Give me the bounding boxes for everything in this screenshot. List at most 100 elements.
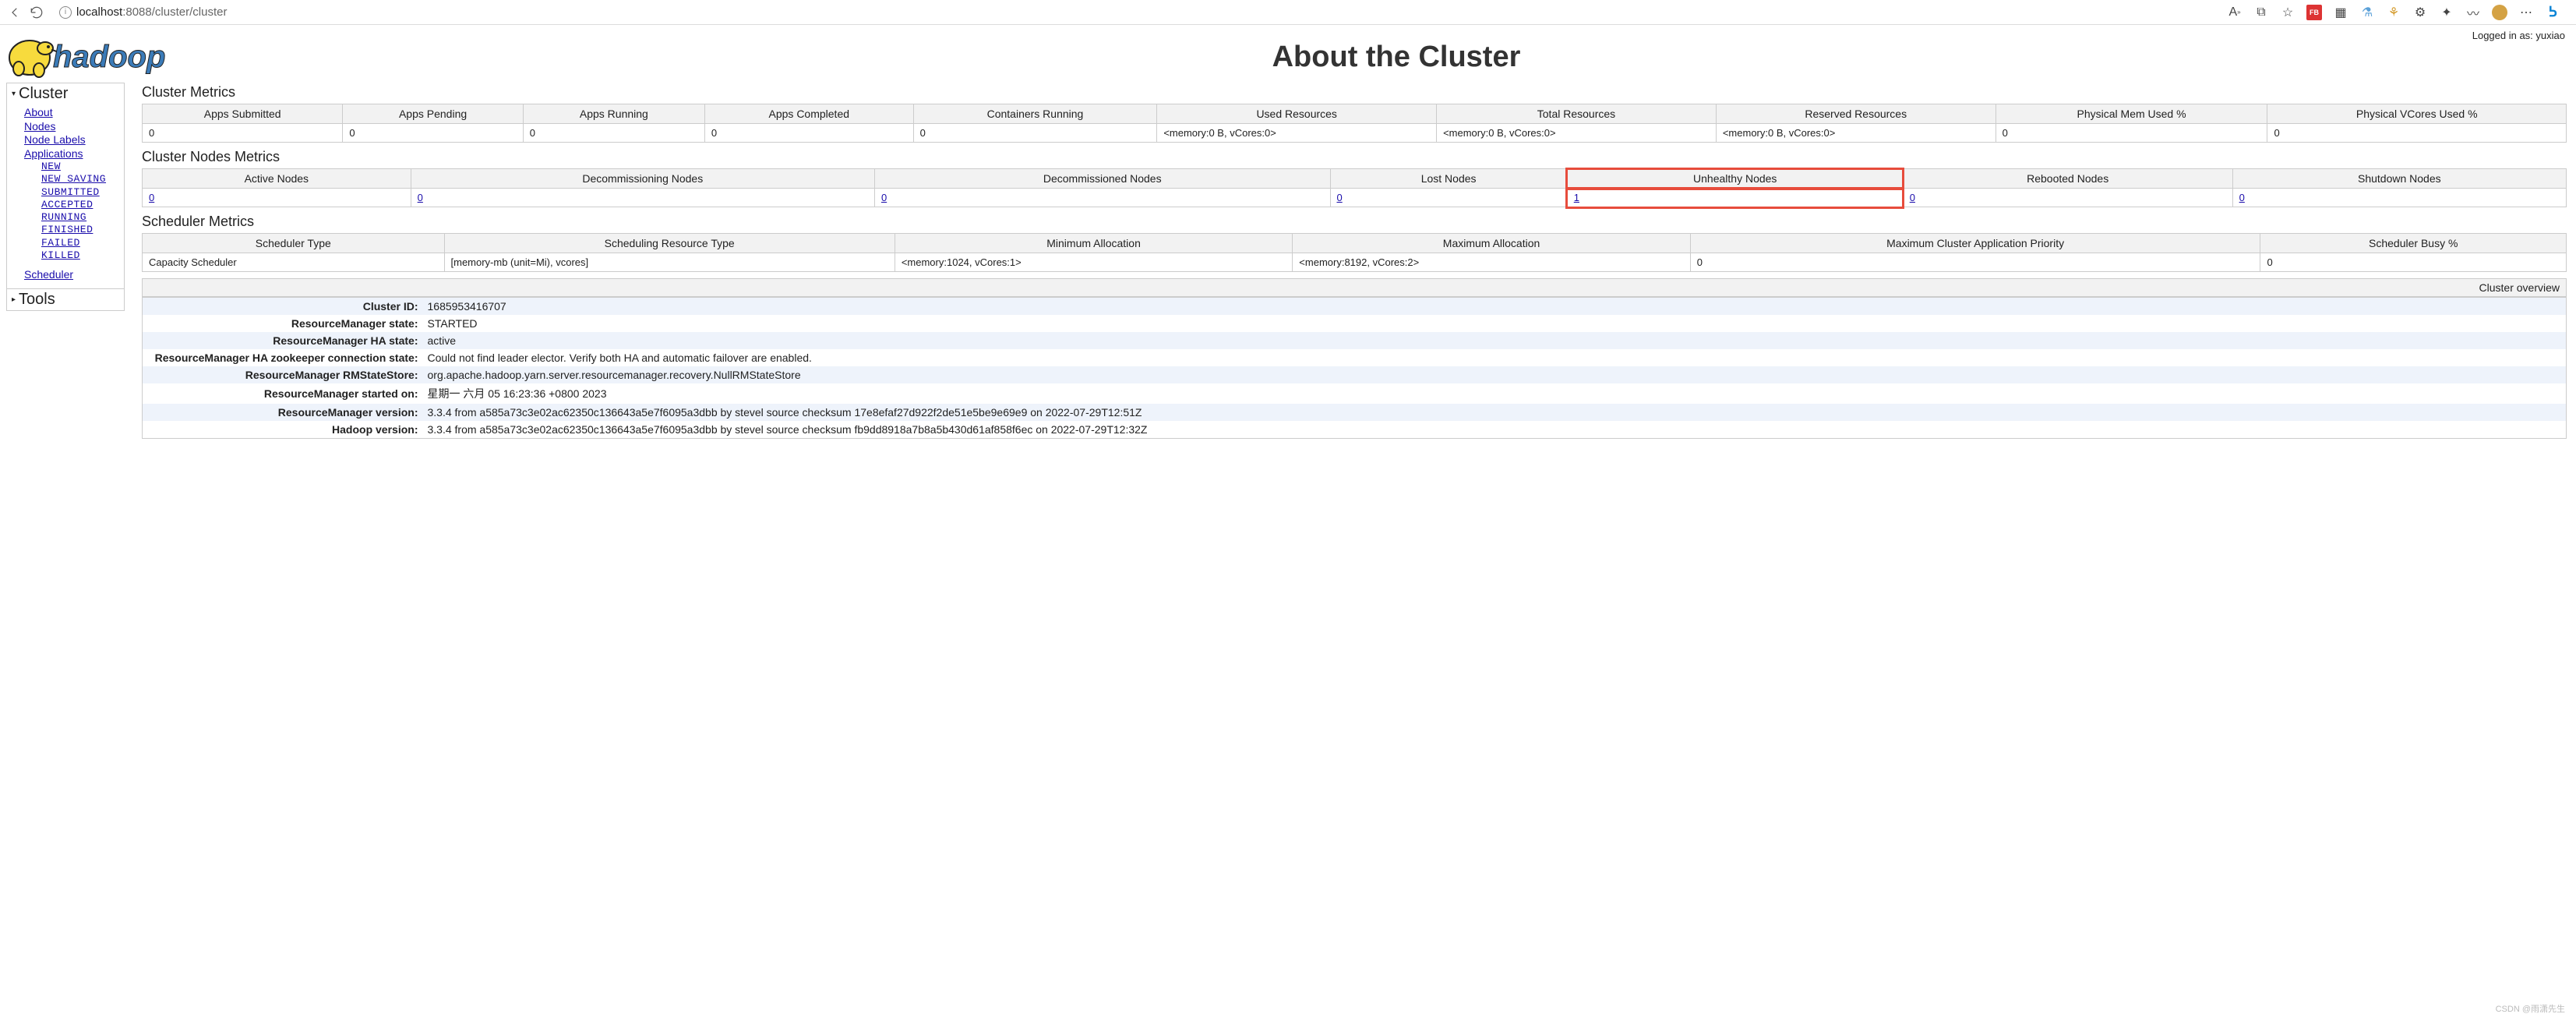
tree-ext-icon[interactable]: ⚘: [2386, 5, 2401, 20]
bing-icon[interactable]: ᕊ: [2545, 5, 2560, 20]
node-metrics-table: Active NodesDecommissioning NodesDecommi…: [142, 168, 2567, 207]
url-port: :8088: [122, 5, 152, 19]
sidebar-state-failed[interactable]: FAILED: [41, 237, 119, 249]
page-header: hadoop About the Cluster Logged in as: y…: [0, 25, 2576, 83]
scheduler-metrics-cell: <memory:8192, vCores:2>: [1293, 253, 1690, 272]
node-metrics-cell: 0: [1330, 189, 1567, 207]
node-metrics-link[interactable]: 0: [149, 192, 154, 203]
sidebar-link-node-labels[interactable]: Node Labels: [24, 133, 119, 147]
ruler-ext-icon[interactable]: 〰: [2465, 5, 2481, 20]
overview-key: ResourceManager RMStateStore:: [143, 366, 423, 383]
more-icon[interactable]: ⋯: [2518, 5, 2534, 20]
cluster-metrics-header: Apps Pending: [343, 104, 523, 124]
overview-value: STARTED: [423, 315, 2567, 332]
sidebar-link-about[interactable]: About: [24, 106, 119, 120]
beaker-ext-icon[interactable]: ⚗: [2359, 5, 2375, 20]
node-metrics-header: Decommissioning Nodes: [411, 169, 874, 189]
refresh-icon[interactable]: [30, 5, 44, 19]
chevron-down-icon: ▾: [12, 90, 16, 98]
sidebar-state-finished[interactable]: FINISHED: [41, 224, 119, 236]
scheduler-metrics-cell: 0: [1690, 253, 2260, 272]
ext-menu-icon[interactable]: ⚙: [2412, 5, 2428, 20]
sidebar-cluster-label: Cluster: [19, 85, 68, 103]
sidebar-link-scheduler[interactable]: Scheduler: [24, 268, 119, 282]
read-aloud-icon[interactable]: A»: [2227, 5, 2243, 20]
chevron-right-icon: ▸: [12, 295, 16, 304]
cluster-metrics-title: Cluster Metrics: [142, 84, 2567, 101]
cluster-metrics-cell: 0: [523, 124, 704, 143]
cluster-metrics-header: Apps Submitted: [143, 104, 343, 124]
node-metrics-link[interactable]: 1: [1574, 192, 1579, 203]
address-bar[interactable]: i localhost:8088/cluster/cluster: [51, 5, 2219, 19]
sidebar-link-nodes[interactable]: Nodes: [24, 120, 119, 134]
sidebar-state-killed[interactable]: KILLED: [41, 249, 119, 262]
svg-text:hadoop: hadoop: [53, 40, 165, 74]
login-info: Logged in as: yuxiao: [2472, 30, 2565, 41]
sidebar-state-running[interactable]: RUNNING: [41, 211, 119, 224]
sidebar-app-states: NEW NEW_SAVING SUBMITTED ACCEPTED RUNNIN…: [24, 161, 119, 262]
overview-key: Hadoop version:: [143, 421, 423, 439]
cluster-metrics-cell: 0: [913, 124, 1157, 143]
url-hostname: localhost: [76, 5, 122, 19]
cluster-metrics-cell: 0: [1996, 124, 2267, 143]
scheduler-metrics-cell: <memory:1024, vCores:1>: [895, 253, 1292, 272]
node-metrics-link[interactable]: 0: [881, 192, 887, 203]
sidebar-cluster-header[interactable]: ▾Cluster: [7, 83, 124, 104]
node-metrics-header: Unhealthy Nodes: [1567, 169, 1903, 189]
node-metrics-link[interactable]: 0: [418, 192, 423, 203]
overview-key: ResourceManager HA state:: [143, 332, 423, 349]
sidebar-state-new[interactable]: NEW: [41, 161, 119, 173]
info-icon[interactable]: i: [59, 6, 72, 19]
cluster-metrics-header: Apps Running: [523, 104, 704, 124]
overview-row: ResourceManager started on:星期一 六月 05 16:…: [143, 383, 2567, 404]
browser-extensions: A» ⧉ ☆ FB ▦ ⚗ ⚘ ⚙ ✦ 〰 ⋯ ᕊ: [2227, 5, 2568, 20]
cluster-metrics-header: Total Resources: [1437, 104, 1717, 124]
sidebar: ▾Cluster About Nodes Node Labels Applica…: [3, 83, 128, 445]
sidebar-state-accepted[interactable]: ACCEPTED: [41, 199, 119, 211]
sidebar-tools-header[interactable]: ▸Tools: [7, 289, 124, 310]
sidebar-state-new-saving[interactable]: NEW_SAVING: [41, 173, 119, 185]
node-metrics-link[interactable]: 0: [1910, 192, 1915, 203]
cookie-ext-icon[interactable]: [2492, 5, 2507, 20]
hadoop-logo[interactable]: hadoop: [6, 30, 210, 83]
scheduler-metrics-cell: [memory-mb (unit=Mi), vcores]: [444, 253, 895, 272]
scheduler-metrics-cell: Capacity Scheduler: [143, 253, 445, 272]
cluster-metrics-cell: 0: [704, 124, 913, 143]
node-metrics-link[interactable]: 0: [1337, 192, 1343, 203]
back-icon[interactable]: [8, 5, 22, 19]
cluster-metrics-cell: <memory:0 B, vCores:0>: [1437, 124, 1717, 143]
overview-value: 3.3.4 from a585a73c3e02ac62350c136643a5e…: [423, 421, 2567, 439]
cluster-metrics-cell: 0: [143, 124, 343, 143]
scheduler-metrics-table: Scheduler TypeScheduling Resource TypeMi…: [142, 233, 2567, 272]
qr-ext-icon[interactable]: ▦: [2333, 5, 2348, 20]
cluster-metrics-header: Apps Completed: [704, 104, 913, 124]
node-metrics-cell: 0: [874, 189, 1330, 207]
library-icon[interactable]: ⧉: [2253, 5, 2269, 20]
overview-value: 1685953416707: [423, 298, 2567, 316]
node-metrics-link[interactable]: 0: [2239, 192, 2245, 203]
collections-icon[interactable]: ✦: [2439, 5, 2454, 20]
cluster-metrics-header: Containers Running: [913, 104, 1157, 124]
overview-key: Cluster ID:: [143, 298, 423, 316]
sidebar-link-applications[interactable]: Applications: [24, 147, 119, 161]
overview-key: ResourceManager HA zookeeper connection …: [143, 349, 423, 366]
fb-ext-icon[interactable]: FB: [2306, 5, 2322, 20]
cluster-metrics-table: Apps SubmittedApps PendingApps RunningAp…: [142, 104, 2567, 143]
overview-value: Could not find leader elector. Verify bo…: [423, 349, 2567, 366]
overview-table: Cluster ID:1685953416707ResourceManager …: [142, 297, 2567, 439]
node-metrics-title: Cluster Nodes Metrics: [142, 149, 2567, 165]
scheduler-metrics-header: Maximum Allocation: [1293, 234, 1690, 253]
scheduler-metrics-cell: 0: [2260, 253, 2567, 272]
node-metrics-cell: 0: [1903, 189, 2232, 207]
sidebar-state-submitted[interactable]: SUBMITTED: [41, 186, 119, 199]
cluster-metrics-cell: <memory:0 B, vCores:0>: [1157, 124, 1437, 143]
overview-value: 3.3.4 from a585a73c3e02ac62350c136643a5e…: [423, 404, 2567, 421]
browser-toolbar: i localhost:8088/cluster/cluster A» ⧉ ☆ …: [0, 0, 2576, 25]
scheduler-metrics-header: Scheduler Type: [143, 234, 445, 253]
favorite-icon[interactable]: ☆: [2280, 5, 2295, 20]
url-path: /cluster/cluster: [152, 5, 228, 19]
overview-key: ResourceManager version:: [143, 404, 423, 421]
scheduler-metrics-header: Maximum Cluster Application Priority: [1690, 234, 2260, 253]
cluster-metrics-header: Physical VCores Used %: [2267, 104, 2567, 124]
overview-row: Cluster ID:1685953416707: [143, 298, 2567, 316]
